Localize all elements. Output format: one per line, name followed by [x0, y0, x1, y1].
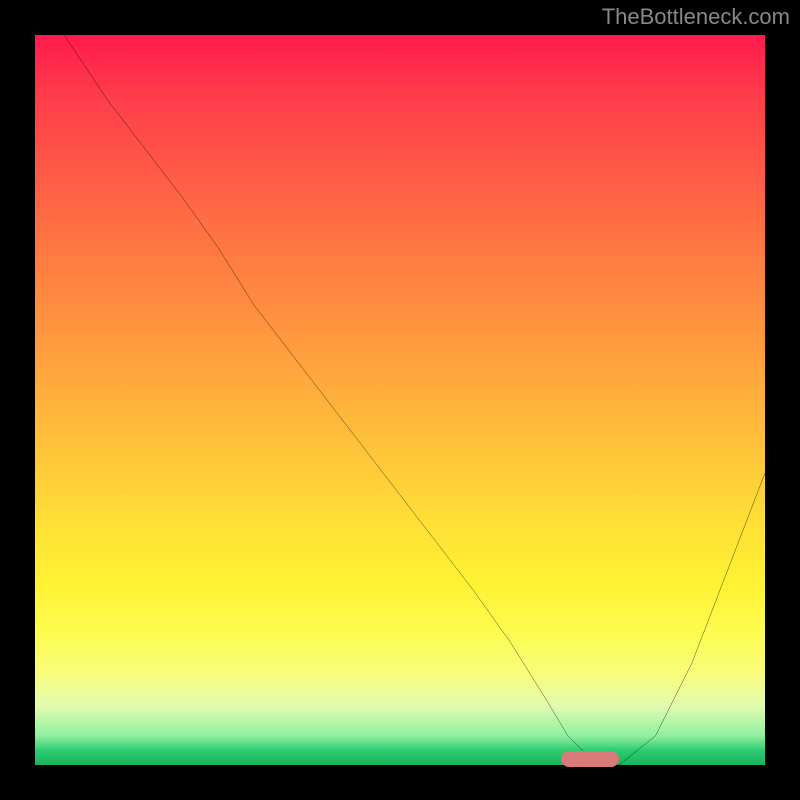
bottleneck-curve — [35, 35, 765, 765]
plot-area — [35, 35, 765, 765]
optimal-marker — [561, 751, 619, 767]
watermark-text: TheBottleneck.com — [602, 4, 790, 30]
